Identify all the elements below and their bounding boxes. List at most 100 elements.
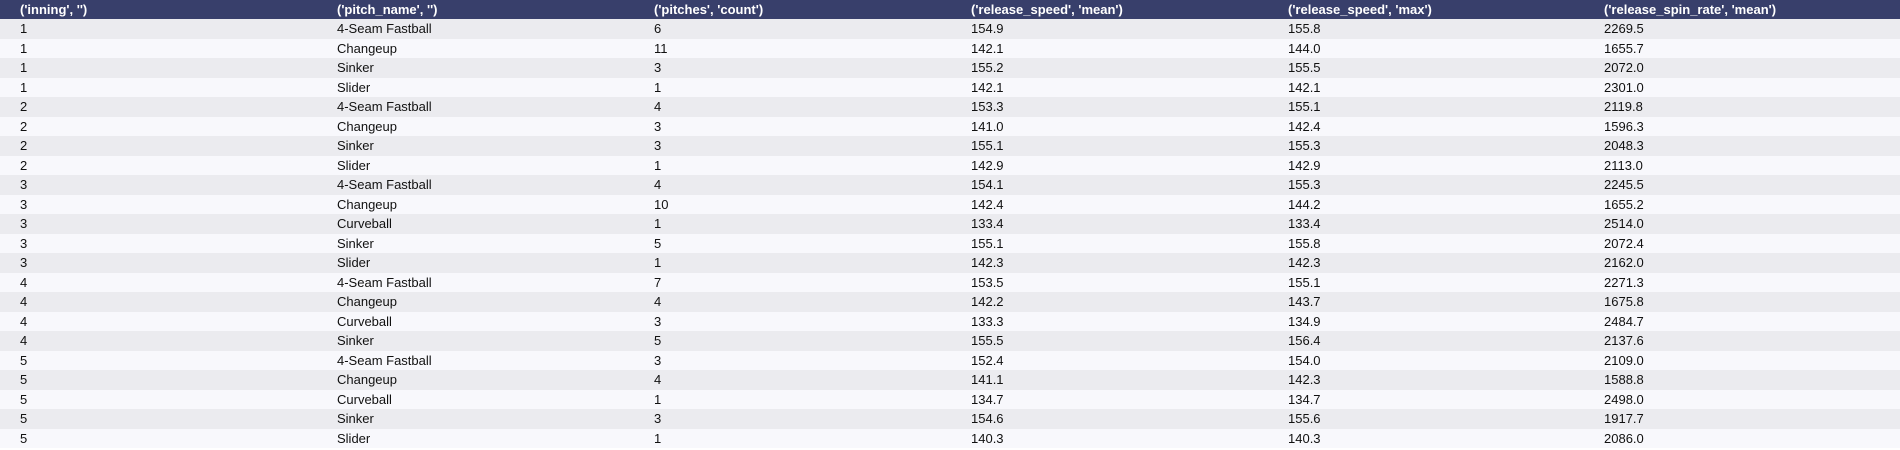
cell-pitches-count: 4 xyxy=(654,177,662,192)
cell-pitch-name: Curveball xyxy=(337,216,392,231)
cell-pitch-name: Changeup xyxy=(337,40,397,56)
column-header-pitches-count: ('pitches', 'count') xyxy=(654,2,764,17)
cell-release-spin-rate-mean: 2072.4 xyxy=(1604,235,1644,251)
cell-pitch-name: Curveball xyxy=(337,391,392,407)
table-body: 1 4-Seam Fastball 6 154.9 155.8 2269.5 1 Change… xyxy=(0,19,1900,448)
cell-inning: 2 xyxy=(20,99,28,114)
cell-release-spin-rate-mean: 2072.0 xyxy=(1604,60,1644,75)
cell-pitches-count: 1 xyxy=(654,216,662,231)
cell-pitches-count: 1 xyxy=(654,79,662,95)
cell-pitches-count: 3 xyxy=(654,60,662,75)
cell-inning: 1 xyxy=(20,21,28,36)
table-row: 3 4-Seam Fastball 4 154.1 155.3 2245.5 xyxy=(0,175,1900,195)
table-row: 5 Slider 1 140.3 140.3 2086.0 xyxy=(0,428,1900,448)
column-header-release-speed-mean: ('release_speed', 'mean') xyxy=(971,2,1123,17)
cell-pitch-name: Sinker xyxy=(337,411,374,426)
cell-release-speed-max: 143.7 xyxy=(1288,294,1321,309)
column-header-release-spin-rate-mean: ('release_spin_rate', 'mean') xyxy=(1604,2,1777,17)
cell-release-speed-max: 155.3 xyxy=(1288,138,1321,153)
cell-inning: 3 xyxy=(20,235,28,251)
cell-pitch-name: Changeup xyxy=(337,372,397,387)
table-row: 2 Sinker 3 155.1 155.3 2048.3 xyxy=(0,136,1900,156)
cell-release-speed-mean: 142.2 xyxy=(971,294,1004,309)
cell-release-spin-rate-mean: 2514.0 xyxy=(1604,216,1644,231)
cell-pitch-name: 4-Seam Fastball xyxy=(337,21,432,36)
cell-release-spin-rate-mean: 1675.8 xyxy=(1604,294,1644,309)
cell-release-spin-rate-mean: 2086.0 xyxy=(1604,430,1644,446)
table-header: ('inning', '') ('pitch_name', '') ('pitc… xyxy=(0,0,1900,19)
cell-inning: 5 xyxy=(20,352,28,368)
cell-release-speed-mean: 155.5 xyxy=(971,333,1004,348)
cell-release-speed-mean: 153.3 xyxy=(971,99,1004,114)
cell-inning: 3 xyxy=(20,255,28,270)
cell-release-speed-max: 155.8 xyxy=(1288,21,1321,36)
cell-pitch-name: Slider xyxy=(337,157,371,173)
cell-release-speed-max: 140.3 xyxy=(1288,430,1321,446)
cell-pitches-count: 3 xyxy=(654,352,662,368)
cell-release-spin-rate-mean: 2137.6 xyxy=(1604,333,1644,348)
cell-inning: 2 xyxy=(20,118,28,134)
cell-release-speed-max: 155.1 xyxy=(1288,99,1321,114)
cell-pitches-count: 6 xyxy=(654,21,662,36)
cell-release-spin-rate-mean: 2119.8 xyxy=(1604,99,1643,114)
cell-inning: 4 xyxy=(20,313,28,329)
table-row: 1 Sinker 3 155.2 155.5 2072.0 xyxy=(0,58,1900,78)
table-row: 5 4-Seam Fastball 3 152.4 154.0 2109.0 xyxy=(0,350,1900,370)
cell-release-speed-mean: 142.3 xyxy=(971,255,1004,270)
cell-inning: 5 xyxy=(20,430,28,446)
column-header-inning: ('inning', '') xyxy=(20,2,88,17)
column-header-release-speed-max: ('release_speed', 'max') xyxy=(1288,2,1432,17)
cell-pitch-name: Slider xyxy=(337,430,371,446)
cell-release-spin-rate-mean: 2484.7 xyxy=(1604,313,1644,329)
cell-release-speed-mean: 141.0 xyxy=(971,118,1004,134)
cell-release-speed-mean: 155.1 xyxy=(971,138,1004,153)
cell-release-speed-mean: 133.3 xyxy=(971,313,1004,329)
cell-inning: 2 xyxy=(20,138,28,153)
cell-pitch-name: Changeup xyxy=(337,196,397,212)
cell-release-speed-mean: 154.9 xyxy=(971,21,1004,36)
cell-inning: 5 xyxy=(20,411,28,426)
cell-pitches-count: 10 xyxy=(654,196,669,212)
table-row: 4 4-Seam Fastball 7 153.5 155.1 2271.3 xyxy=(0,272,1900,292)
cell-release-speed-max: 142.1 xyxy=(1288,79,1321,95)
cell-inning: 4 xyxy=(20,274,28,290)
cell-release-spin-rate-mean: 2109.0 xyxy=(1604,352,1644,368)
cell-release-speed-mean: 154.1 xyxy=(971,177,1004,192)
cell-release-speed-mean: 153.5 xyxy=(971,274,1004,290)
cell-release-speed-mean: 142.1 xyxy=(971,79,1004,95)
cell-release-speed-max: 155.3 xyxy=(1288,177,1321,192)
cell-release-speed-max: 142.3 xyxy=(1288,255,1321,270)
cell-release-speed-max: 144.0 xyxy=(1288,40,1321,56)
cell-inning: 5 xyxy=(20,391,28,407)
cell-pitches-count: 3 xyxy=(654,138,662,153)
cell-release-speed-max: 155.1 xyxy=(1288,274,1321,290)
cell-inning: 4 xyxy=(20,294,28,309)
cell-release-spin-rate-mean: 2245.5 xyxy=(1604,177,1644,192)
cell-release-speed-mean: 142.9 xyxy=(971,157,1004,173)
cell-release-speed-mean: 142.1 xyxy=(971,40,1004,56)
cell-release-speed-mean: 141.1 xyxy=(971,372,1004,387)
cell-pitches-count: 7 xyxy=(654,274,662,290)
cell-release-spin-rate-mean: 2113.0 xyxy=(1604,157,1643,173)
cell-release-spin-rate-mean: 2162.0 xyxy=(1604,255,1644,270)
cell-inning: 4 xyxy=(20,333,28,348)
cell-inning: 3 xyxy=(20,177,28,192)
cell-pitch-name: Curveball xyxy=(337,313,392,329)
header-row: ('inning', '') ('pitch_name', '') ('pitc… xyxy=(0,0,1900,19)
cell-pitch-name: Sinker xyxy=(337,235,374,251)
cell-inning: 5 xyxy=(20,372,28,387)
cell-pitch-name: 4-Seam Fastball xyxy=(337,352,432,368)
table-row: 1 Slider 1 142.1 142.1 2301.0 xyxy=(0,77,1900,97)
cell-release-speed-mean: 133.4 xyxy=(971,216,1004,231)
cell-release-spin-rate-mean: 2269.5 xyxy=(1604,21,1644,36)
cell-release-speed-max: 155.8 xyxy=(1288,235,1321,251)
cell-pitches-count: 3 xyxy=(654,313,662,329)
cell-pitches-count: 1 xyxy=(654,391,662,407)
cell-release-spin-rate-mean: 1655.7 xyxy=(1604,40,1644,56)
cell-inning: 3 xyxy=(20,196,28,212)
cell-release-speed-max: 134.7 xyxy=(1288,391,1321,407)
cell-release-speed-max: 133.4 xyxy=(1288,216,1321,231)
cell-inning: 1 xyxy=(20,60,28,75)
cell-inning: 1 xyxy=(20,79,28,95)
cell-pitch-name: Sinker xyxy=(337,138,374,153)
